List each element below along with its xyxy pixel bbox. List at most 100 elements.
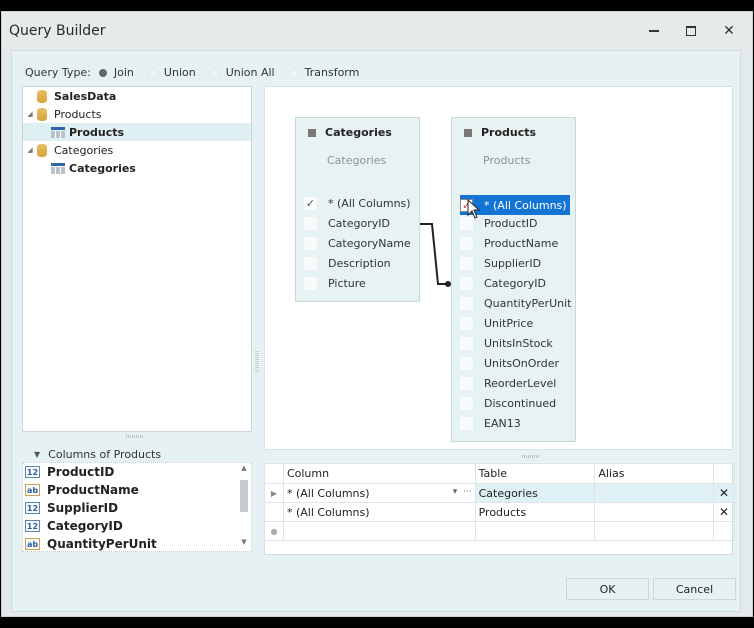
grid-cell-table[interactable]: Products [474, 502, 596, 522]
title-bar: Query Builder ✕ [2, 12, 752, 50]
radio-union-all[interactable]: Union All [209, 66, 275, 79]
scroll-down-icon[interactable]: ▼ [238, 538, 250, 550]
scroll-thumb[interactable] [240, 480, 248, 512]
grid-cell-table[interactable]: Categories [474, 483, 596, 503]
minimize-button[interactable] [642, 21, 666, 41]
query-type-label: Query Type: [25, 66, 91, 79]
column-row[interactable]: UnitsOnOrder [460, 354, 559, 372]
table-icon [51, 126, 65, 138]
table-icon [51, 162, 65, 174]
minimize-icon [649, 30, 659, 32]
column-item[interactable]: 12 SupplierID [23, 499, 251, 517]
column-item[interactable]: 12 CategoryID [23, 517, 251, 535]
column-row[interactable]: Discontinued [460, 394, 556, 412]
column-row[interactable]: SupplierID [460, 254, 541, 272]
expander-icon[interactable]: ◢ [23, 110, 37, 118]
check-icon[interactable]: ✓ [304, 196, 317, 210]
tree-item-label: SalesData [54, 89, 117, 103]
column-row[interactable]: EAN13 [460, 414, 521, 432]
columns-panel-header[interactable]: ▼ Columns of Products [34, 448, 161, 461]
grid-cell-alias[interactable] [594, 502, 714, 522]
expander-icon[interactable]: ◢ [23, 146, 37, 154]
column-header-alias[interactable]: Alias [594, 463, 714, 484]
columns-panel-title: Columns of Products [48, 448, 162, 461]
table-select-icon [308, 128, 316, 137]
delete-row-icon[interactable]: ✕ [712, 483, 736, 503]
table-card-categories[interactable]: Categories Categories ✓ * (All Columns) C… [295, 117, 420, 302]
new-row-icon: ● [264, 521, 284, 541]
close-button[interactable]: ✕ [717, 21, 741, 41]
checkbox[interactable] [460, 336, 473, 350]
column-item[interactable]: 12 ProductID [23, 463, 251, 481]
checkbox[interactable] [460, 376, 473, 390]
checkbox[interactable] [304, 276, 317, 290]
grid-corner [264, 463, 284, 484]
column-row[interactable]: Description [304, 254, 391, 272]
ok-button[interactable]: OK [566, 578, 649, 600]
grid-cell-alias[interactable] [594, 521, 714, 541]
diagram-canvas[interactable]: Categories Categories ✓ * (All Columns) C… [264, 86, 733, 450]
grid-cell-table[interactable] [474, 521, 596, 541]
dropdown-arrow-icon[interactable]: ▾ [453, 487, 458, 497]
column-row[interactable]: CategoryID [304, 214, 390, 232]
tree-item-products-source[interactable]: ◢ Products [23, 105, 251, 123]
cell-text: * (All Columns) [286, 486, 370, 500]
column-row-label: CategoryID [484, 276, 546, 290]
radio-transform[interactable]: Transform [288, 66, 359, 79]
column-item[interactable]: ab ProductName [23, 481, 251, 499]
grid-row[interactable]: * (All Columns) Products ✕ [264, 502, 736, 522]
table-card-header[interactable]: Products [464, 126, 536, 139]
delete-row-icon[interactable]: ✕ [712, 502, 736, 522]
row-indicator-icon: ▶ [264, 483, 284, 503]
checkbox[interactable] [460, 356, 473, 370]
checkbox[interactable] [304, 216, 317, 230]
grid-new-row[interactable]: ● [264, 521, 736, 541]
tree-item-salesdata[interactable]: SalesData [23, 87, 251, 105]
column-row[interactable]: UnitsInStock [460, 334, 553, 352]
radio-join[interactable]: Join [98, 66, 134, 79]
radio-union[interactable]: Union [147, 66, 196, 79]
checkbox[interactable] [460, 276, 473, 290]
column-row[interactable]: ReorderLevel [460, 374, 556, 392]
ellipsis-button[interactable]: ··· [463, 487, 472, 497]
vertical-splitter[interactable] [255, 351, 259, 373]
tree-item-categories-source[interactable]: ◢ Categories [23, 141, 251, 159]
column-header-column[interactable]: Column [282, 463, 476, 484]
tree-item-label: Categories [69, 161, 136, 175]
left-horizontal-splitter[interactable] [126, 435, 144, 438]
radio-label: Union [163, 66, 196, 79]
checkbox[interactable] [304, 236, 317, 250]
right-horizontal-splitter[interactable] [522, 455, 540, 458]
column-row[interactable]: CategoryID [460, 274, 546, 292]
column-row[interactable]: Picture [304, 274, 366, 292]
tree-item-categories-table[interactable]: Categories [23, 159, 251, 177]
maximize-button[interactable] [679, 21, 703, 41]
checkbox[interactable] [460, 236, 473, 250]
column-header-table[interactable]: Table [474, 463, 596, 484]
close-icon: ✕ [723, 23, 735, 39]
checkbox[interactable] [460, 416, 473, 430]
tree-item-label: Products [69, 125, 125, 139]
checkbox[interactable] [460, 396, 473, 410]
grid-row[interactable]: ▶ * (All Columns) ▾ ··· Categories ✕ [264, 483, 736, 503]
table-card-header[interactable]: Categories [308, 126, 392, 139]
grid-cell-column[interactable]: * (All Columns) ▾ ··· [282, 483, 476, 503]
column-row[interactable]: ProductName [460, 234, 558, 252]
checkbox[interactable] [460, 316, 473, 330]
column-row[interactable]: CategoryName [304, 234, 411, 252]
scroll-up-icon[interactable]: ▲ [238, 464, 250, 476]
grid-cell-column[interactable] [282, 521, 476, 541]
column-row[interactable]: QuantityPerUnit [460, 294, 571, 312]
column-row[interactable]: ✓ * (All Columns) [304, 194, 411, 212]
grid-cell-alias[interactable] [594, 483, 714, 503]
checkbox[interactable] [460, 296, 473, 310]
column-item[interactable]: ab QuantityPerUnit [23, 535, 251, 551]
checkbox[interactable] [460, 256, 473, 270]
checkbox[interactable] [304, 256, 317, 270]
column-row[interactable]: UnitPrice [460, 314, 533, 332]
columns-scrollbar[interactable]: ▲ ▼ [238, 464, 250, 550]
cancel-button[interactable]: Cancel [653, 578, 736, 600]
table-card-products[interactable]: Products Products ✓ * (All Columns) Produ… [451, 117, 576, 442]
grid-cell-column[interactable]: * (All Columns) [282, 502, 476, 522]
tree-item-products-table[interactable]: Products [23, 123, 251, 141]
